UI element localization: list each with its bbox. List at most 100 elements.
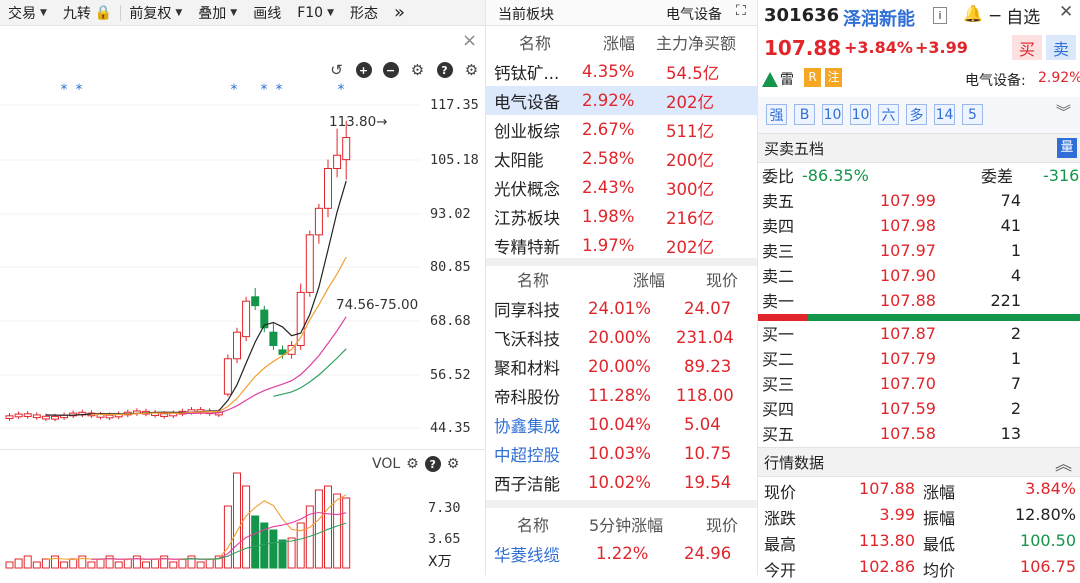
volume-bar: [205, 558, 214, 569]
strategy-tag[interactable]: 六: [878, 104, 899, 125]
candle-body: [105, 414, 114, 419]
more-button[interactable]: »: [386, 0, 413, 26]
volume-bar: [196, 561, 205, 569]
strategy-tag[interactable]: 14: [934, 104, 955, 125]
ask-row[interactable]: 卖四 107.98 41: [758, 213, 1080, 237]
volume-bar: [96, 558, 105, 569]
quote-row: 今开 102.86 均价 106.75: [764, 557, 1076, 580]
y-axis-label: 80.85: [430, 259, 471, 275]
ask-row[interactable]: 卖二 107.90 4: [758, 263, 1080, 287]
overlay-menu[interactable]: 叠加 ▼: [190, 0, 245, 26]
bid-row[interactable]: 买三 107.70 7: [758, 371, 1080, 395]
volume-bar: [114, 561, 123, 569]
volume-bar: [269, 529, 278, 569]
stock-row[interactable]: 聚和材料 20.00% 89.23: [486, 352, 757, 381]
zoom-out-icon[interactable]: −: [380, 60, 401, 80]
ratio-fill: [758, 314, 808, 321]
current-price: 107.88: [764, 36, 842, 60]
chevron-up-icon[interactable]: ︽: [1055, 450, 1072, 475]
volume-chart[interactable]: [0, 470, 420, 575]
stock-row[interactable]: 同享科技 24.01% 24.07: [486, 294, 757, 323]
expand-icon[interactable]: ⛶: [736, 3, 746, 19]
strategy-tag[interactable]: B: [794, 104, 815, 125]
help-icon[interactable]: ?: [424, 456, 441, 472]
weibi-row: 委比 -86.35% 委差 -316: [762, 165, 1080, 187]
ask-row[interactable]: 卖三 107.97 1: [758, 238, 1080, 262]
note-badge[interactable]: 注: [825, 68, 842, 87]
candle-body: [305, 234, 314, 293]
trade-menu[interactable]: 交易 ▼: [0, 0, 55, 26]
sector-row[interactable]: 电气设备 2.92% 202亿: [486, 86, 757, 115]
sector-row[interactable]: 光伏概念 2.43% 300亿: [486, 173, 757, 202]
stock-name[interactable]: 泽润新能: [843, 5, 915, 31]
volume-bar: [242, 485, 251, 569]
quote-row: 最高 113.80 最低 100.50: [764, 531, 1076, 554]
stock-row[interactable]: 帝科股份 11.28% 118.00: [486, 381, 757, 410]
gear-icon[interactable]: ⚙: [407, 60, 428, 80]
volume-bar: [333, 493, 342, 569]
bid-row[interactable]: 买四 107.59 2: [758, 396, 1080, 420]
candle-body: [41, 415, 50, 420]
strategy-tag[interactable]: 10: [822, 104, 843, 125]
close-icon[interactable]: ✕: [1059, 2, 1073, 22]
y-axis-label: 44.35: [430, 420, 471, 436]
strategy-tag[interactable]: 5: [962, 104, 983, 125]
sell-button[interactable]: 卖: [1046, 35, 1076, 60]
bid-row[interactable]: 买五 107.58 13: [758, 421, 1080, 445]
sector-row[interactable]: 太阳能 2.58% 200亿: [486, 144, 757, 173]
quote-row: 涨跌 3.99 振幅 12.80%: [764, 505, 1076, 528]
info-icon[interactable]: i: [933, 7, 947, 24]
volume-bar: [342, 497, 351, 569]
orderbook-header: 买卖五档 量: [758, 133, 1080, 163]
settings-icon[interactable]: ⚙: [447, 456, 460, 472]
close-icon[interactable]: ×: [462, 30, 477, 51]
volume-bar: [278, 539, 287, 569]
chart-tools: ↺ + − ⚙ ? ⚙: [326, 60, 482, 80]
sector-row[interactable]: 钙钛矿... 4.35% 54.5亿: [486, 57, 757, 86]
settings-icon[interactable]: ⚙: [461, 60, 482, 80]
chevron-down-icon[interactable]: ︾: [1056, 101, 1071, 122]
signal-star: *: [61, 82, 68, 98]
divider: [0, 449, 485, 450]
current-sector-name[interactable]: 电气设备: [666, 4, 722, 24]
help-icon[interactable]: ?: [434, 60, 455, 80]
kline-chart[interactable]: * * * * * *: [0, 80, 420, 450]
ask-row[interactable]: 卖一 107.88 221: [758, 288, 1080, 312]
sector-pct: 2.92%: [1038, 70, 1080, 86]
stock-row[interactable]: 西子洁能 10.02% 19.54: [486, 468, 757, 497]
strategy-tag[interactable]: 10: [850, 104, 871, 125]
f10-menu[interactable]: F10 ▼: [289, 0, 342, 26]
bid-row[interactable]: 买一 107.87 2: [758, 321, 1080, 345]
bid-row[interactable]: 买二 107.79 1: [758, 346, 1080, 370]
buy-button[interactable]: 买: [1012, 35, 1042, 60]
nine-turn-button[interactable]: 九转 🔒: [55, 0, 120, 26]
candle-body: [314, 207, 323, 236]
self-select-button[interactable]: − 自选: [988, 3, 1040, 29]
volume-bar: [287, 537, 296, 569]
sector-row[interactable]: 专精特新 1.97% 202亿: [486, 231, 757, 260]
candle-body: [269, 331, 278, 346]
r-badge[interactable]: R: [804, 68, 821, 87]
sector-row[interactable]: 江苏板块 1.98% 216亿: [486, 202, 757, 231]
volume-badge[interactable]: 量: [1057, 138, 1077, 158]
chart-toolbar: 交易 ▼ 九转 🔒 前复权 ▼ 叠加 ▼ 画线 F10 ▼ 形态 »: [0, 0, 485, 26]
pattern-button[interactable]: 形态: [342, 0, 386, 26]
strategy-tag[interactable]: 强: [766, 104, 787, 125]
stock-row[interactable]: 飞沃科技 20.00% 231.04: [486, 323, 757, 352]
bell-icon[interactable]: 🔔: [963, 4, 983, 23]
reset-icon[interactable]: ↺: [326, 60, 347, 80]
list-item[interactable]: 华菱线缆 1.22% 24.96: [486, 539, 757, 568]
adjust-menu[interactable]: 前复权 ▼: [121, 0, 190, 26]
quote-header: 行情数据 ︽: [758, 447, 1080, 477]
draw-line-button[interactable]: 画线: [245, 0, 289, 26]
risk-alert[interactable]: 雷: [762, 69, 794, 89]
stock-row[interactable]: 协鑫集成 10.04% 5.04: [486, 410, 757, 439]
stock-row[interactable]: 中超控股 10.03% 10.75: [486, 439, 757, 468]
sector-table-header: 名称 涨幅 主力净买额: [519, 34, 737, 53]
signal-star: *: [76, 82, 83, 98]
zoom-in-icon[interactable]: +: [353, 60, 374, 80]
ask-row[interactable]: 卖五 107.99 74: [758, 188, 1080, 212]
strategy-tag[interactable]: 多: [906, 104, 927, 125]
volume-bar: [123, 558, 132, 569]
sector-row[interactable]: 创业板综 2.67% 511亿: [486, 115, 757, 144]
